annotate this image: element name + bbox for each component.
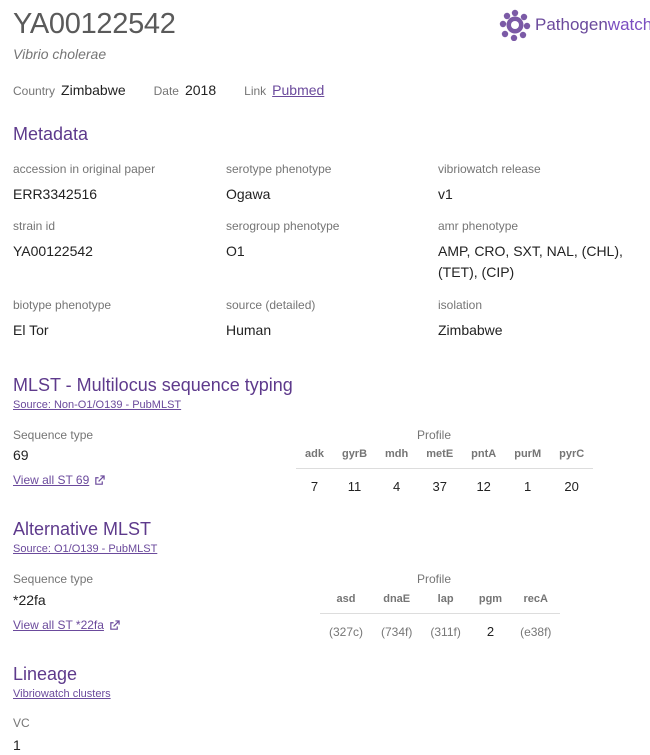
link-label: Link (244, 84, 267, 98)
mlst-source-link[interactable]: Source: Non-O1/O139 - PubMLST (13, 399, 181, 411)
locus-header: adk (296, 448, 333, 469)
locus-header: dnaE (372, 593, 422, 614)
external-link-icon (95, 474, 105, 485)
profile-header-row: adk gyrB mdh metE pntA purM pyrC (296, 448, 594, 469)
lineage-heading: Lineage (13, 664, 78, 684)
external-link-icon (110, 619, 120, 630)
locus-header: metE (417, 448, 463, 469)
mlst-profile-table: adk gyrB mdh metE pntA purM pyrC 7 11 4 … (296, 448, 594, 494)
field-label: accession in original paper (13, 162, 156, 176)
field-label: amr phenotype (438, 219, 519, 233)
date-label: Date (153, 84, 179, 98)
allele-cell: (e38f) (520, 624, 552, 639)
mlst-heading: MLST - Multilocus sequence typing (13, 375, 293, 395)
species-name: Vibrio cholerae (13, 46, 107, 62)
logo-text-a: Pathogen (535, 15, 608, 34)
allele-cell: 12 (476, 479, 491, 494)
field-value: Ogawa (226, 186, 271, 202)
metadata-field: biotype phenotype El Tor (13, 298, 111, 341)
lineage-source-link[interactable]: Vibriowatch clusters (13, 688, 111, 700)
view-all-alt-st-link[interactable]: View all ST *22fa (13, 618, 120, 632)
view-all-label: View all ST *22fa (13, 618, 104, 632)
allele-cell: 2 (486, 624, 495, 639)
alt-mlst-st-value: *22fa (13, 592, 46, 608)
metadata-heading: Metadata (13, 124, 89, 144)
allele-cell: 1 (524, 479, 532, 494)
view-all-st-link[interactable]: View all ST 69 (13, 473, 105, 487)
mlst-st-label: Sequence type (13, 428, 94, 442)
allele-cell: 4 (393, 479, 401, 494)
metadata-field: serotype phenotype Ogawa (226, 162, 331, 205)
country-label: Country (13, 84, 56, 98)
field-label: strain id (13, 219, 56, 233)
page-title: YA00122542 (13, 8, 176, 40)
metadata-field: strain id YA00122542 (13, 219, 93, 262)
field-value: El Tor (13, 322, 49, 338)
locus-header: pgm (469, 593, 512, 614)
allele-cell: 37 (432, 479, 447, 494)
vc-value: 1 (13, 737, 21, 753)
alt-mlst-source-link[interactable]: Source: O1/O139 - PubMLST (13, 543, 157, 555)
metadata-field: accession in original paper ERR3342516 (13, 162, 155, 205)
metadata-field: vibriowatch release v1 (438, 162, 541, 205)
locus-header: purM (505, 448, 551, 469)
date-value: 2018 (184, 82, 217, 98)
locus-header: recA (511, 593, 561, 614)
metadata-field: serogroup phenotype O1 (226, 219, 339, 262)
profile-allele-row: 7 11 4 37 12 1 20 (296, 469, 593, 494)
logo-text-b: watch (607, 15, 650, 34)
alt-mlst-st-label: Sequence type (13, 572, 94, 586)
field-value: Zimbabwe (438, 322, 503, 338)
allele-cell: (311f) (430, 624, 461, 639)
metadata-field: isolation Zimbabwe (438, 298, 503, 341)
field-label: source (detailed) (226, 298, 316, 312)
profile-allele-row: (327c) (734f) (311f) 2 (e38f) (320, 614, 560, 639)
locus-header: gyrB (332, 448, 377, 469)
country-value: Zimbabwe (61, 82, 126, 98)
field-label: biotype phenotype (13, 298, 112, 312)
pubmed-link[interactable]: Pubmed (272, 82, 324, 98)
field-label: isolation (438, 298, 483, 312)
field-value: YA00122542 (13, 243, 93, 259)
view-all-label: View all ST 69 (13, 473, 90, 487)
locus-header: pyrC (550, 448, 594, 469)
locus-header: pntA (462, 448, 506, 469)
alt-mlst-heading: Alternative MLST (13, 519, 152, 539)
locus-header: lap (421, 593, 470, 614)
field-value: v1 (438, 186, 453, 202)
locus-header: asd (320, 593, 373, 614)
pathogenwatch-gear-icon (499, 9, 531, 41)
field-label: serotype phenotype (226, 162, 332, 176)
allele-cell: (734f) (381, 624, 413, 639)
allele-cell: 20 (564, 479, 579, 494)
allele-cell: 11 (347, 479, 362, 494)
profile-header-row: asd dnaE lap pgm recA (320, 593, 561, 614)
field-label: vibriowatch release (438, 162, 541, 176)
field-value: AMP, CRO, SXT, NAL, (CHL), (TET), (CIP) (438, 243, 623, 280)
mlst-profile-label: Profile (417, 428, 452, 442)
locus-header: mdh (376, 448, 418, 469)
mlst-st-value: 69 (13, 447, 29, 463)
vc-label: VC (13, 716, 30, 730)
field-value: Human (226, 322, 272, 338)
pathogenwatch-logo[interactable]: Pathogenwatch (499, 9, 650, 41)
logo-text: Pathogenwatch (535, 15, 650, 35)
allele-cell: (327c) (329, 624, 364, 639)
field-value: ERR3342516 (13, 186, 98, 202)
metadata-field: source (detailed) Human (226, 298, 315, 341)
metadata-field: amr phenotype AMP, CRO, SXT, NAL, (CHL),… (438, 219, 638, 283)
field-value: O1 (226, 243, 245, 259)
allele-cell: 7 (310, 479, 319, 494)
alt-mlst-profile-label: Profile (417, 572, 452, 586)
field-label: serogroup phenotype (226, 219, 340, 233)
alt-mlst-profile-table: asd dnaE lap pgm recA (327c) (734f) (311… (320, 593, 561, 639)
header-meta: Country Zimbabwe Date 2018 Link Pubmed (13, 82, 352, 98)
